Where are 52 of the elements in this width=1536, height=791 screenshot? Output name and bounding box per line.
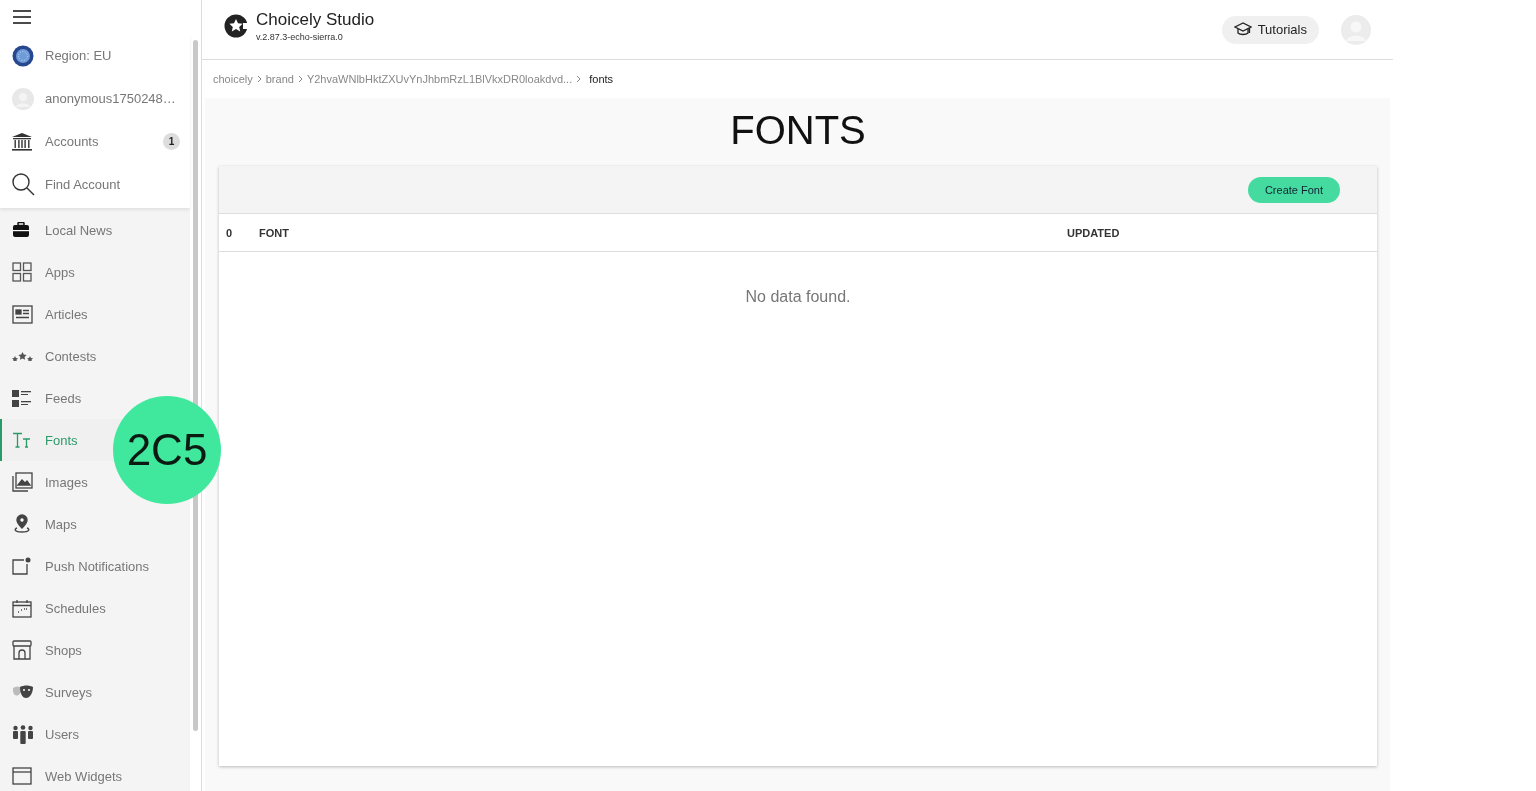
breadcrumb-link[interactable]: Y2hvaWNlbHktZXUvYnJhbmRzL1BlVkxDR0loakdvd... [306,73,573,85]
empty-message: No data found. [744,288,852,306]
sidebar-item[interactable]: Apps [0,251,190,293]
calendar-icon [12,598,32,618]
shop-icon [12,640,32,660]
app-title: Choicely Studio [256,9,375,30]
chevron-icon [256,75,262,83]
sidebar-item[interactable]: anonymous1750248… [0,77,190,120]
sidebar-item[interactable]: Push Notifications [0,545,190,587]
sidebar-item[interactable]: Web Widgets [0,755,190,791]
location-pin-icon [12,514,32,534]
text-size-icon [12,432,31,448]
menu-icon[interactable] [13,10,31,24]
notification-icon [12,557,31,575]
widget-icon [12,767,32,785]
sidebar-item[interactable]: Region: EU [0,34,190,77]
masks-icon [12,685,34,699]
sidebar-item[interactable]: Schedules [0,587,190,629]
chevron-icon [576,75,582,83]
version-label: v.2.87.3-echo-sierra.0 [256,31,344,42]
tutorials-button[interactable]: Tutorials [1221,15,1319,44]
sidebar-item[interactable]: Maps [0,503,190,545]
column-header[interactable]: UPDATED [1067,226,1120,239]
row-count: 0 [226,226,234,239]
grid-icon [12,262,32,282]
image-icon [12,472,33,492]
sidebar-item[interactable]: Find Account [0,163,190,206]
page-title: FONTS [729,108,867,152]
users-icon [12,724,34,744]
list-icon [12,389,32,407]
sidebar-item[interactable]: Accounts 1 [0,120,190,163]
briefcase-icon [12,222,30,238]
globe-icon [12,44,34,67]
article-icon [12,304,33,324]
graduation-cap-icon [1233,22,1252,37]
column-header[interactable]: FONT [259,226,1067,239]
breadcrumb-link[interactable]: choicely [213,73,253,85]
sidebar-item[interactable]: Shops [0,629,190,671]
sidebar-item[interactable]: Contests [0,335,190,377]
create-font-button[interactable]: Create Font [1247,176,1340,203]
sidebar-item[interactable]: Surveys [0,671,190,713]
breadcrumb-link[interactable]: fonts [589,73,614,85]
sidebar-item[interactable]: Local News [0,209,190,251]
search-icon [12,173,35,196]
logo-icon [224,13,248,38]
bank-icon [12,132,32,151]
chevron-icon [297,75,303,83]
count-badge: 1 [163,133,180,150]
sidebar-item[interactable]: Users [0,713,190,755]
breadcrumb-link[interactable]: brand [265,73,294,85]
sidebar-item[interactable]: Articles [0,293,190,335]
stars-icon [12,351,33,361]
